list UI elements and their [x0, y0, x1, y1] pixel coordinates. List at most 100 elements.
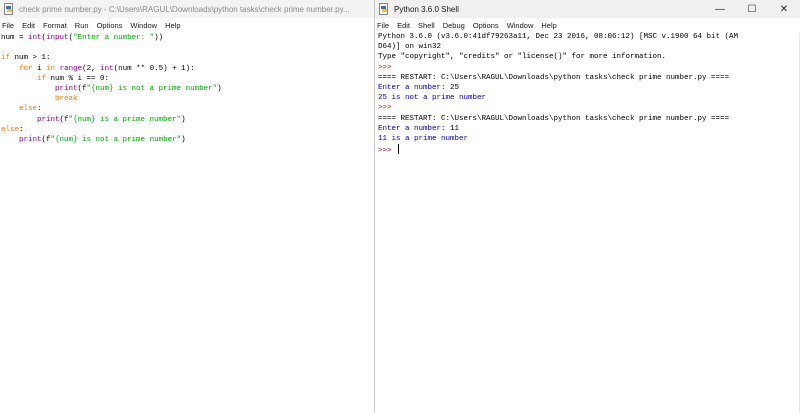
editor-menu-edit[interactable]: Edit [18, 18, 39, 33]
shell-token: 11 [450, 124, 460, 133]
editor-line: if num % i == 0: [1, 74, 371, 84]
editor-token [1, 95, 55, 103]
editor-token: in [46, 64, 56, 73]
editor-token: print [37, 115, 60, 124]
editor-token: (f [77, 84, 87, 93]
editor-token: else [19, 105, 38, 114]
shell-token: Enter a number: [378, 124, 451, 133]
shell-token: Type "copyright", "credits" or "license(… [378, 53, 667, 62]
editor-token: num % i == 0: [46, 74, 110, 83]
editor-token: num = [1, 34, 29, 42]
shell-titlebar[interactable]: Python 3.6.0 Shell — ☐ ✕ [375, 0, 800, 18]
editor-token: )) [154, 34, 164, 42]
editor-token [1, 65, 19, 73]
editor-code-area[interactable]: num = int(input("Enter a number: ")) if n… [1, 33, 371, 145]
shell-token: 25 [450, 83, 460, 92]
shell-menu-edit[interactable]: Edit [393, 18, 414, 33]
editor-token: "{num} is a prime number" [68, 115, 182, 124]
shell-token: 11 is a prime number [378, 134, 469, 143]
shell-token: >>> [378, 147, 397, 156]
shell-line: Enter a number: 11 [378, 124, 798, 134]
shell-line: 25 is not a prime number [378, 93, 798, 103]
editor-menu-run[interactable]: Run [71, 18, 93, 33]
editor-titlebar[interactable]: check prime number.py - C:\Users\RAGUL\D… [0, 0, 374, 18]
shell-line: Enter a number: 25 [378, 83, 798, 93]
shell-menu-file[interactable]: File [375, 18, 393, 33]
shell-line: 11 is a prime number [378, 134, 798, 144]
shell-line: >>> [378, 103, 798, 113]
editor-token: "Enter a number: " [73, 34, 155, 42]
editor-token: if [37, 74, 47, 83]
maximize-icon[interactable]: ☐ [736, 0, 768, 18]
editor-menu-format[interactable]: Format [39, 18, 71, 33]
editor-menu-window[interactable]: Window [126, 18, 161, 33]
editor-token [1, 75, 37, 83]
editor-token: print [19, 135, 42, 144]
shell-output-area[interactable]: Python 3.6.0 (v3.6.0:41df79263a11, Dec 2… [378, 32, 798, 156]
editor-menu-help[interactable]: Help [161, 18, 184, 33]
editor-token: ) [181, 135, 186, 144]
editor-menu-file[interactable]: File [0, 18, 18, 33]
editor-title: check prime number.py - C:\Users\RAGUL\D… [19, 4, 350, 14]
editor-token: input [46, 34, 69, 42]
editor-line: for i in range(2, int(num ** 0.5) + 1): [1, 64, 371, 74]
editor-menubar: File Edit Format Run Options Window Help [0, 18, 374, 33]
shell-token: Enter a number: [378, 83, 451, 92]
shell-window: Python 3.6.0 Shell — ☐ ✕ File Edit Shell De… [375, 0, 800, 413]
editor-line: print(f"{num} is not a prime number") [1, 135, 371, 145]
editor-token: : [19, 125, 24, 134]
editor-window: check prime number.py - C:\Users\RAGUL\D… [0, 0, 374, 413]
editor-token: (f [41, 135, 51, 144]
shell-token: 25 is not a prime number [378, 94, 487, 103]
editor-token: : [37, 105, 42, 114]
editor-token: else [1, 125, 20, 134]
editor-token: if [1, 54, 11, 63]
shell-token: >>> [378, 104, 397, 113]
shell-line: Type "copyright", "credits" or "license(… [378, 52, 798, 62]
shell-menu-shell[interactable]: Shell [414, 18, 439, 33]
editor-token [1, 85, 55, 93]
shell-menu-debug[interactable]: Debug [439, 18, 469, 33]
shell-menu-options[interactable]: Options [469, 18, 503, 33]
shell-menubar: File Edit Shell Debug Options Window Help [375, 18, 800, 33]
text-cursor [398, 144, 400, 155]
editor-token: (2, [82, 64, 101, 73]
editor-line: num = int(input("Enter a number: ")) [1, 33, 371, 43]
close-icon[interactable]: ✕ [768, 0, 800, 18]
shell-line: >>> [378, 63, 798, 73]
editor-token: break [55, 95, 78, 104]
shell-line: D64)] on win32 [378, 42, 798, 52]
editor-token: "{num} is not a prime number" [50, 135, 182, 144]
editor-token: range [59, 64, 83, 73]
editor-token: num > 1: [10, 54, 51, 63]
python-file-icon [3, 3, 15, 15]
shell-token: Python 3.6.0 (v3.6.0:41df79263a11, Dec 2… [378, 33, 739, 41]
python-shell-icon [378, 3, 390, 15]
shell-line: Python 3.6.0 (v3.6.0:41df79263a11, Dec 2… [378, 32, 798, 42]
minimize-icon[interactable]: — [704, 0, 736, 18]
editor-token: int [28, 34, 42, 42]
window-controls: — ☐ ✕ [704, 0, 800, 18]
shell-title: Python 3.6.0 Shell [394, 4, 459, 14]
editor-line: if num > 1: [1, 53, 371, 63]
editor-token [1, 105, 19, 113]
editor-line: print(f"{num} is a prime number") [1, 115, 371, 125]
editor-token: (f [59, 115, 69, 124]
editor-token [1, 136, 19, 144]
editor-token: int [100, 64, 114, 73]
shell-token: D64)] on win32 [378, 43, 442, 52]
shell-line: >>> [378, 144, 798, 156]
editor-menu-options[interactable]: Options [93, 18, 127, 33]
editor-token: ) [217, 84, 222, 93]
shell-token: >>> [378, 63, 397, 72]
shell-menu-window[interactable]: Window [503, 18, 538, 33]
shell-line: ==== RESTART: C:\Users\RAGUL\Downloads\p… [378, 73, 798, 83]
editor-token: "{num} is not a prime number" [86, 84, 218, 93]
editor-token: (num ** 0.5) + 1): [113, 64, 195, 73]
editor-token: for [19, 64, 33, 73]
shell-line: ==== RESTART: C:\Users\RAGUL\Downloads\p… [378, 114, 798, 124]
shell-menu-help[interactable]: Help [537, 18, 560, 33]
editor-token [1, 116, 37, 124]
editor-line: else: [1, 104, 371, 114]
